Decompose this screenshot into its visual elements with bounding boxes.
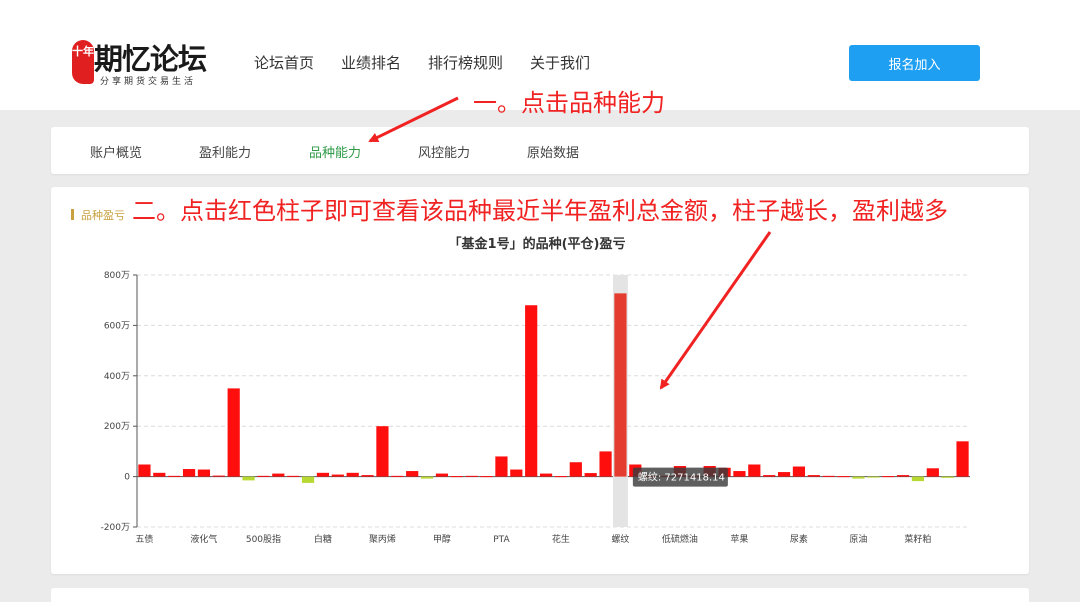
bar xyxy=(346,472,359,477)
bar xyxy=(435,473,449,477)
y-tick-label: -200万 xyxy=(101,523,130,533)
bar xyxy=(748,464,761,477)
bar xyxy=(153,472,166,477)
tooltip-text: 螺纹: 7271418.14 xyxy=(638,471,725,484)
bar xyxy=(168,475,181,477)
bar xyxy=(287,475,300,477)
bar xyxy=(763,475,776,477)
x-tick-label: 聚丙烯 xyxy=(369,533,396,545)
bar xyxy=(599,451,612,477)
x-tick-label: 尿素 xyxy=(790,533,808,545)
bar xyxy=(301,476,315,483)
bar xyxy=(227,388,240,477)
x-tick-label: 原油 xyxy=(849,533,867,545)
bar xyxy=(465,475,478,477)
x-tick-label: 甲醇 xyxy=(433,533,451,545)
bar xyxy=(420,476,434,479)
bar xyxy=(197,469,211,477)
bar xyxy=(852,476,865,479)
bar xyxy=(807,475,820,477)
y-tick-label: 600万 xyxy=(104,321,130,331)
bar xyxy=(525,305,538,477)
bar xyxy=(911,476,925,482)
bar xyxy=(376,426,389,477)
x-tick-label: 花生 xyxy=(552,533,570,545)
x-tick-label: 低硫燃油 xyxy=(662,533,698,545)
bar xyxy=(584,473,597,477)
bar xyxy=(792,466,806,477)
bar xyxy=(941,476,954,478)
variety-pnl-chart: 「基金1号」的品种(平仓)盈亏 800万 600万 400万 200万 0 -200万五债 液… xyxy=(101,236,970,545)
bar xyxy=(406,471,419,477)
bar xyxy=(837,476,850,478)
x-tick-label: 螺纹 xyxy=(611,533,629,545)
bar xyxy=(495,456,508,477)
bar xyxy=(554,476,568,478)
bar xyxy=(182,469,196,477)
bar xyxy=(896,475,910,477)
bar xyxy=(242,476,255,481)
bar xyxy=(480,476,493,478)
bar xyxy=(539,473,553,477)
y-tick-label: 400万 xyxy=(104,372,130,382)
x-tick-label: 菜籽粕 xyxy=(904,533,931,545)
bar xyxy=(316,472,330,477)
bar xyxy=(882,476,895,478)
bar xyxy=(138,464,151,477)
bar xyxy=(510,469,523,477)
x-tick-label: PTA xyxy=(493,535,510,545)
bar xyxy=(867,476,880,478)
bar xyxy=(361,475,374,477)
bar xyxy=(391,475,404,477)
bar xyxy=(450,476,463,478)
x-tick-label: 白糖 xyxy=(314,533,332,545)
bar xyxy=(777,472,791,477)
bar xyxy=(822,475,835,477)
bar xyxy=(331,474,344,477)
bar xyxy=(272,473,285,477)
y-tick-label: 800万 xyxy=(104,271,130,281)
bar xyxy=(926,468,939,477)
bar xyxy=(569,462,582,477)
bar xyxy=(956,441,969,477)
bar xyxy=(733,471,746,477)
bar xyxy=(212,475,225,477)
x-tick-label: 苹果 xyxy=(730,533,748,545)
y-tick-label: 200万 xyxy=(104,422,130,432)
y-tick-label: 0 xyxy=(124,473,130,483)
x-tick-label: 五债 xyxy=(135,533,153,545)
bar xyxy=(614,293,627,477)
x-tick-label: 500股指 xyxy=(246,533,281,545)
bar xyxy=(257,475,270,477)
x-tick-label: 液化气 xyxy=(190,533,217,545)
chart-title: 「基金1号」的品种(平仓)盈亏 xyxy=(449,236,626,252)
